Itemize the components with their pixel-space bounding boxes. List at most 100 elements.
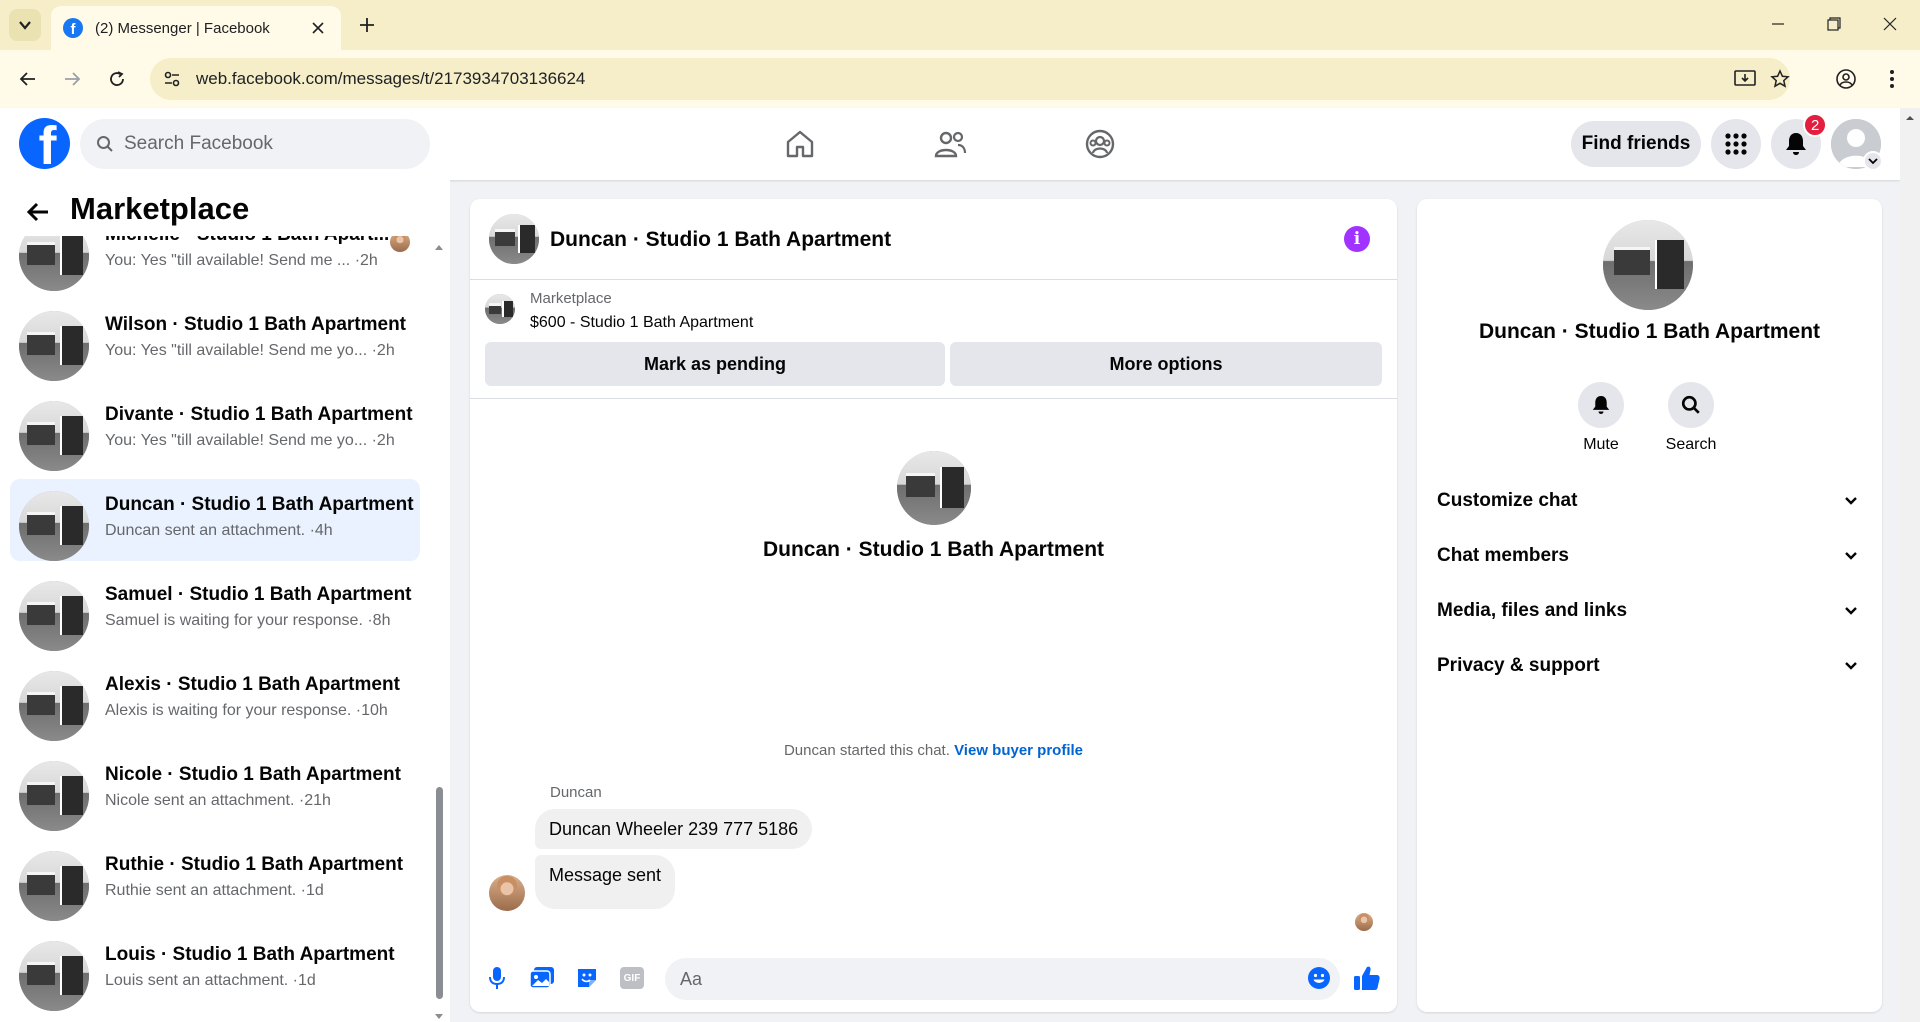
more-options-button[interactable]: More options bbox=[950, 342, 1382, 386]
forward-button[interactable] bbox=[56, 63, 88, 95]
bookmark-star-icon[interactable] bbox=[1768, 67, 1792, 91]
intro-name: Duncan · Studio 1 Bath Apartment bbox=[762, 538, 1105, 561]
browser-tab[interactable]: f (2) Messenger | Facebook bbox=[51, 6, 341, 50]
details-name: Duncan · Studio 1 Bath Apartment bbox=[1478, 320, 1821, 343]
minimize-window-button[interactable] bbox=[1748, 0, 1808, 48]
conversation-name: Wilson · Studio 1 Bath Apartment bbox=[105, 314, 407, 335]
message-bubble[interactable]: Message sent bbox=[535, 855, 676, 909]
marketplace-label: Marketplace bbox=[530, 290, 612, 307]
details-avatar[interactable] bbox=[1603, 220, 1693, 310]
sticker-icon bbox=[578, 969, 596, 987]
account-menu-chevron-icon[interactable] bbox=[1863, 151, 1883, 171]
close-icon bbox=[1883, 17, 1897, 31]
sidebar-scrollbar-thumb[interactable] bbox=[436, 787, 443, 999]
menu-grid-button[interactable] bbox=[1711, 119, 1761, 169]
conversation-preview: You: Yes "till available! Send me yo... … bbox=[105, 342, 395, 359]
voice-clip-button[interactable] bbox=[480, 961, 514, 995]
conversation-name: Samuel · Studio 1 Bath Apartment bbox=[105, 584, 412, 605]
bell-icon bbox=[1786, 133, 1806, 155]
conversation-item[interactable]: Louis · Studio 1 Bath Apartment Louis sen… bbox=[10, 929, 420, 1011]
message-sender-name: Duncan bbox=[550, 784, 602, 801]
conversation-item[interactable]: Ruthie · Studio 1 Bath Apartment Ruthie s… bbox=[10, 839, 420, 921]
chat-title[interactable]: Duncan · Studio 1 Bath Apartment bbox=[550, 228, 891, 252]
new-tab-button[interactable] bbox=[352, 10, 382, 40]
conversation-name: Ruthie · Studio 1 Bath Apartment bbox=[105, 854, 404, 875]
attach-photo-button[interactable] bbox=[525, 961, 559, 995]
groups-icon bbox=[1085, 129, 1115, 159]
chat-details-panel: Duncan · Studio 1 Bath Apartment Mute Se… bbox=[1417, 199, 1882, 1012]
friends-icon bbox=[934, 131, 967, 158]
groups-nav-button[interactable] bbox=[1078, 122, 1122, 166]
mark-as-pending-button[interactable]: Mark as pending bbox=[485, 342, 945, 386]
conversation-thumbnail bbox=[19, 851, 89, 921]
conversation-thumbnail bbox=[19, 401, 89, 471]
reload-icon bbox=[110, 71, 124, 86]
conversation-preview: Duncan sent an attachment. ·4h bbox=[105, 522, 333, 539]
message-bubble[interactable]: Duncan Wheeler 239 777 5186 bbox=[535, 809, 813, 849]
message-input[interactable] bbox=[665, 958, 1340, 1000]
facebook-logo-icon[interactable]: f bbox=[19, 118, 70, 169]
conversation-thumbnail bbox=[19, 311, 89, 381]
browser-menu-icon[interactable] bbox=[1876, 63, 1908, 95]
conversation-name: Louis · Studio 1 Bath Apartment bbox=[105, 944, 395, 965]
close-tab-icon[interactable] bbox=[307, 17, 329, 39]
conversation-preview: Nicole sent an attachment. ·21h bbox=[105, 792, 331, 809]
conversation-item[interactable]: Nicole · Studio 1 Bath Apartment Nicole s… bbox=[10, 749, 420, 831]
section-label: Privacy & support bbox=[1437, 655, 1600, 676]
chat-panel: Duncan · Studio 1 Bath Apartment i Marke… bbox=[470, 199, 1397, 1012]
info-icon[interactable]: i bbox=[1344, 226, 1370, 252]
back-button[interactable] bbox=[12, 63, 44, 95]
mute-action[interactable]: Mute bbox=[1561, 382, 1641, 454]
conversation-preview: Samuel is waiting for your response. ·8h bbox=[105, 612, 391, 629]
site-info-icon[interactable] bbox=[162, 69, 182, 94]
home-nav-button[interactable] bbox=[778, 122, 822, 166]
address-bar[interactable]: web.facebook.com/messages/t/217393470313… bbox=[150, 58, 1790, 100]
customize-chat-row[interactable]: Customize chat bbox=[1437, 479, 1862, 523]
microphone-icon bbox=[489, 967, 505, 989]
conversation-name: Divante · Studio 1 Bath Apartment bbox=[105, 404, 413, 425]
friends-nav-button[interactable] bbox=[928, 122, 972, 166]
conversation-item[interactable]: Duncan · Studio 1 Bath Apartment Duncan s… bbox=[10, 479, 420, 561]
emoji-button[interactable] bbox=[1302, 961, 1336, 995]
started-text: Duncan started this chat. bbox=[783, 742, 950, 759]
arrow-left-icon bbox=[26, 202, 48, 222]
chat-members-row[interactable]: Chat members bbox=[1437, 534, 1862, 578]
conversation-item[interactable]: Divante · Studio 1 Bath Apartment You: Ye… bbox=[10, 389, 420, 471]
close-window-button[interactable] bbox=[1860, 0, 1920, 48]
chat-avatar[interactable] bbox=[489, 214, 539, 264]
restore-window-button[interactable] bbox=[1804, 0, 1864, 48]
find-friends-button[interactable]: Find friends bbox=[1571, 121, 1701, 167]
restore-icon bbox=[1827, 17, 1841, 31]
minimize-icon bbox=[1772, 23, 1784, 25]
chevron-down-icon bbox=[1845, 607, 1857, 615]
conversation-item[interactable]: Alexis · Studio 1 Bath Apartment Alexis i… bbox=[10, 659, 420, 741]
facebook-search-input[interactable]: Search Facebook bbox=[80, 119, 430, 169]
search-action[interactable]: Search bbox=[1651, 382, 1731, 454]
conversation-item[interactable]: Wilson · Studio 1 Bath Apartment You: Yes… bbox=[10, 299, 420, 381]
browser-tab-bar: f (2) Messenger | Facebook bbox=[0, 0, 1920, 50]
view-buyer-profile-link[interactable]: View buyer profile bbox=[954, 742, 1083, 759]
conversation-preview: You: Yes "till available! Send me ... ·2… bbox=[105, 252, 378, 269]
sticker-button[interactable] bbox=[570, 961, 604, 995]
chevron-down-icon bbox=[1845, 497, 1857, 505]
send-like-button[interactable] bbox=[1350, 961, 1384, 995]
privacy-support-row[interactable]: Privacy & support bbox=[1437, 644, 1862, 688]
gif-button[interactable]: GIF bbox=[615, 961, 649, 995]
tab-search-button[interactable] bbox=[9, 9, 41, 41]
install-app-icon[interactable] bbox=[1733, 67, 1757, 91]
section-label: Customize chat bbox=[1437, 490, 1578, 511]
listing-thumbnail[interactable] bbox=[485, 294, 515, 324]
arrow-right-icon bbox=[65, 72, 81, 86]
page-scrollbar[interactable] bbox=[1900, 108, 1920, 1022]
reload-button[interactable] bbox=[101, 63, 133, 95]
conversation-item[interactable]: Samuel · Studio 1 Bath Apartment Samuel i… bbox=[10, 569, 420, 651]
sender-avatar[interactable] bbox=[489, 875, 525, 911]
browser-toolbar: web.facebook.com/messages/t/217393470313… bbox=[0, 50, 1920, 108]
seen-receipt-avatar bbox=[1355, 913, 1373, 931]
listing-price-title[interactable]: $600 - Studio 1 Bath Apartment bbox=[530, 314, 753, 332]
chevron-down-icon bbox=[19, 21, 31, 30]
back-arrow-button[interactable] bbox=[22, 196, 54, 228]
conversation-name: Alexis · Studio 1 Bath Apartment bbox=[105, 674, 400, 695]
browser-profile-icon[interactable] bbox=[1830, 63, 1862, 95]
media-files-links-row[interactable]: Media, files and links bbox=[1437, 589, 1862, 633]
